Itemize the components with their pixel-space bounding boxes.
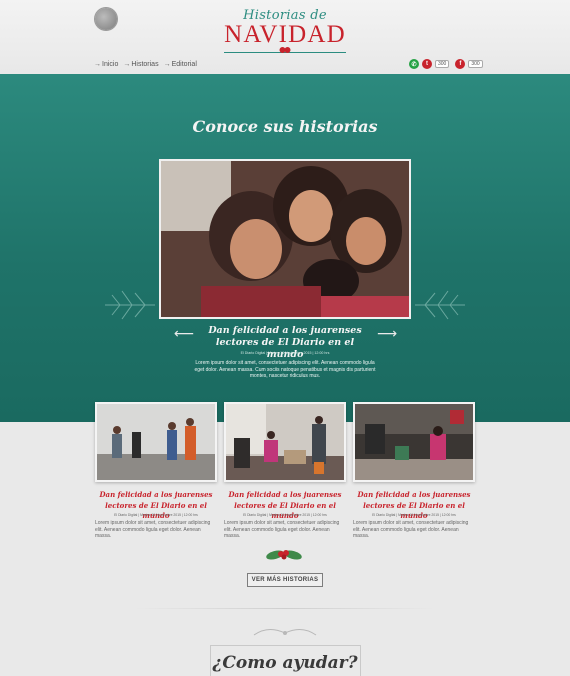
story-photo-image	[355, 404, 473, 480]
brand-title: NAVIDAD	[224, 21, 346, 48]
twitter-icon[interactable]: t	[422, 59, 432, 69]
bells-icon	[279, 47, 291, 53]
breadcrumb-label: Historias	[131, 61, 159, 68]
whatsapp-icon[interactable]: ✆	[409, 59, 419, 69]
arrow-right-icon: →	[163, 61, 171, 68]
breadcrumb-item-editorial[interactable]: →Editorial	[164, 61, 197, 68]
story-photo[interactable]	[353, 402, 475, 482]
story-excerpt: Lorem ipsum dolor sit amet, consectetuer…	[224, 520, 340, 539]
site-header: Historias de NAVIDAD →Inicio →Historias …	[0, 0, 570, 74]
story-excerpt: Lorem ipsum dolor sit amet, consectetuer…	[95, 520, 211, 539]
page: Historias de NAVIDAD →Inicio →Historias …	[0, 0, 570, 676]
previous-arrow-icon[interactable]: ⟵	[174, 326, 194, 342]
featured-meta: El Diario Digital | Martes 16 Noviembre …	[240, 351, 330, 355]
arrow-right-icon: →	[123, 61, 131, 68]
story-excerpt: Lorem ipsum dolor sit amet, consectetuer…	[353, 520, 469, 539]
more-stories-button[interactable]: VER MÁS HISTORIAS	[247, 573, 323, 587]
story-photo[interactable]	[224, 402, 346, 482]
story-photo-image	[226, 404, 344, 480]
story-photo[interactable]	[95, 402, 217, 482]
facebook-count: 300	[468, 60, 483, 68]
featured-excerpt: Lorem ipsum dolor sit amet, consectetuer…	[194, 360, 376, 379]
next-arrow-icon[interactable]: ⟶	[377, 326, 397, 342]
featured-story-photo[interactable]	[159, 159, 411, 319]
brand-logo[interactable]: Historias de NAVIDAD	[210, 8, 360, 58]
pine-branch-decoration	[105, 290, 155, 320]
twitter-count: 300	[435, 60, 450, 68]
breadcrumb-item-historias[interactable]: →Historias	[123, 61, 158, 68]
breadcrumb-label: Inicio	[102, 61, 119, 68]
arrow-right-icon: →	[94, 61, 101, 68]
story-meta: El Diario Digital | Martes 16 Noviembre …	[114, 513, 198, 517]
story-photo-image	[97, 404, 215, 480]
breadcrumb-item-inicio[interactable]: →Inicio	[94, 61, 118, 68]
featured-headline[interactable]: Dan felicidad a los juarenses lectores d…	[200, 325, 370, 361]
children-photo	[161, 161, 409, 317]
section-divider	[135, 608, 435, 609]
hero-title: Conoce sus historias	[192, 117, 378, 136]
site-logo[interactable]	[95, 8, 117, 30]
story-meta: El Diario Digital | Martes 16 Noviembre …	[372, 513, 456, 517]
breadcrumb: →Inicio →Historias →Editorial	[94, 61, 197, 68]
help-frame-line	[210, 645, 360, 646]
pine-branch-decoration	[415, 290, 465, 320]
facebook-icon[interactable]: f	[455, 59, 466, 69]
holly-icon	[266, 550, 302, 560]
help-section-title: ¿Como ayudar?	[212, 653, 358, 673]
social-share: ✆ t 300 f 300	[409, 59, 486, 69]
story-meta: El Diario Digital | Martes 16 Noviembre …	[243, 513, 327, 517]
breadcrumb-label: Editorial	[171, 61, 197, 68]
ornament-icon	[253, 629, 317, 636]
